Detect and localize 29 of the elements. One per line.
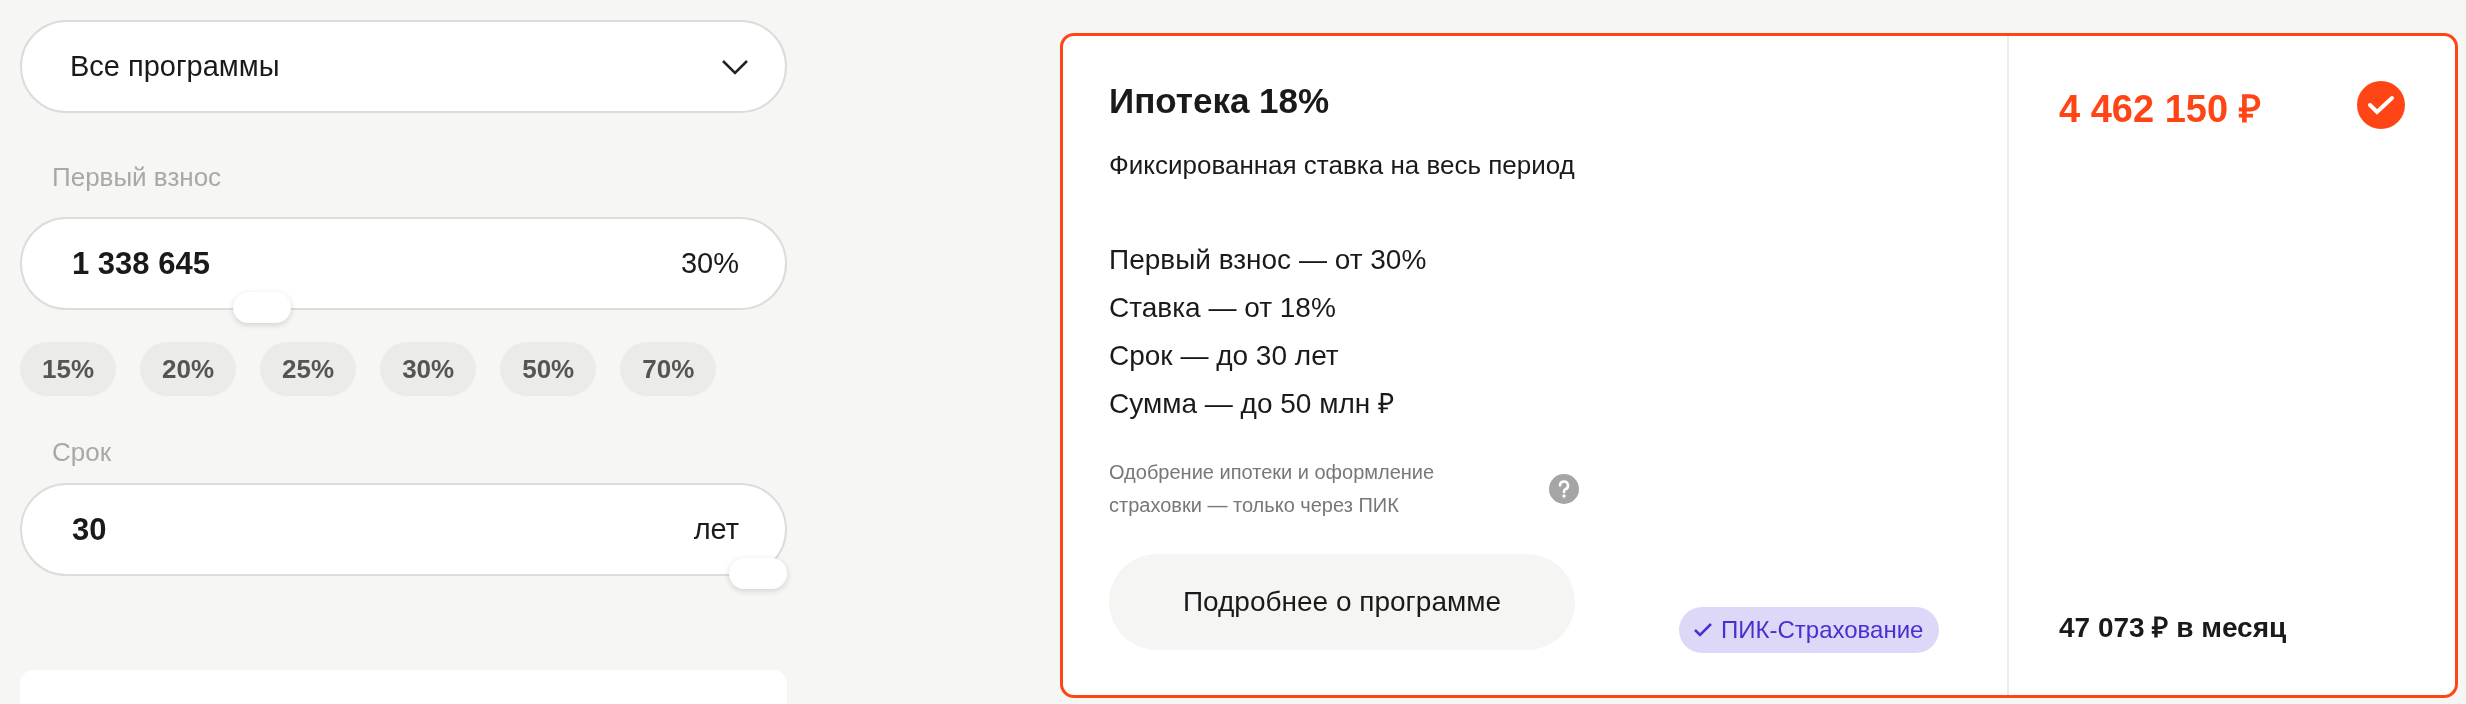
total-amount: 4 462 150 ₽ [2059,87,2261,132]
condition-text: Ставка — от 18% [1109,291,1337,325]
program-title: Ипотека 18% [1109,81,1331,121]
condition-text: Первый взнос — от 30% [1109,243,1428,277]
help-icon[interactable] [1549,474,1579,504]
input-field[interactable]: 30 лет [20,483,787,576]
condition-text: Срок — до 30 лет [1109,339,1340,373]
condition-text: Сумма — до 50 млн ₽ [1109,387,1395,421]
percent-chip[interactable]: 50% [500,342,597,396]
input-field[interactable]: 1 338 645 30% [20,217,787,310]
program-dropdown[interactable]: Все программы [20,20,787,113]
slider-thumb[interactable] [232,292,291,323]
percent-chip[interactable]: 30% [380,342,477,396]
percent-chip[interactable]: 15% [20,342,117,396]
details-button[interactable]: Подробнее о программе [1109,554,1575,650]
monthly-payment: 47 073 ₽ в месяц [2059,611,2288,645]
field-label: Первый взнос [52,162,223,194]
percent-chip[interactable]: 20% [140,342,237,396]
check-icon [1693,622,1713,638]
chevron-down-icon [721,58,749,75]
program-subtitle: Фиксированная ставка на весь период [1109,150,1576,180]
check-icon [2357,81,2405,129]
program-card[interactable] [1060,33,2458,698]
insurance-tag: ПИК-Страхование [1679,607,1940,653]
percent-chip[interactable]: 25% [260,342,357,396]
note-text: Одобрение ипотеки и оформление страховки — только через ПИК [1109,460,1436,518]
field-label: Срок [52,437,113,469]
slider-thumb[interactable] [729,558,787,589]
percent-chip[interactable]: 70% [620,342,717,396]
